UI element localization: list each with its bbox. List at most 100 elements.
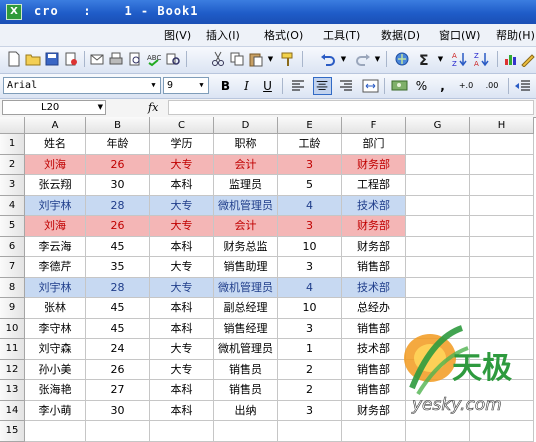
decrease-decimal-button[interactable]: .00 — [480, 77, 504, 95]
chart-wizard-icon[interactable] — [503, 51, 519, 67]
cell-f5[interactable]: 财务部 — [342, 216, 406, 237]
excel-app-icon[interactable]: X — [6, 4, 22, 20]
formula-input[interactable] — [168, 100, 534, 115]
menu-insert[interactable]: 插入(I) — [206, 27, 240, 43]
chevron-down-icon[interactable]: ▼ — [148, 79, 159, 92]
cell-a15[interactable] — [25, 421, 86, 442]
cell-d5[interactable]: 会计 — [214, 216, 278, 237]
chevron-down-icon[interactable]: ▼ — [196, 79, 207, 92]
cell-c12[interactable]: 大专 — [150, 359, 214, 380]
cell-d15[interactable] — [214, 421, 278, 442]
cell-g15[interactable] — [406, 421, 470, 442]
cell-e10[interactable]: 3 — [278, 318, 342, 339]
cell-d1[interactable]: 职称 — [214, 134, 278, 155]
cell-f2[interactable]: 财务部 — [342, 154, 406, 175]
format-painter-icon[interactable] — [280, 51, 296, 67]
column-header-a[interactable]: A — [25, 117, 86, 134]
row-header-5[interactable]: 5 — [0, 216, 25, 237]
cell-c6[interactable]: 本科 — [150, 236, 214, 257]
cell-c1[interactable]: 学历 — [150, 134, 214, 155]
cell-b13[interactable]: 27 — [86, 380, 150, 401]
cell-b9[interactable]: 45 — [86, 298, 150, 319]
cell-d10[interactable]: 销售经理 — [214, 318, 278, 339]
spelling-icon[interactable]: ABC — [146, 51, 162, 67]
cell-f4[interactable]: 技术部 — [342, 195, 406, 216]
cell-e4[interactable]: 4 — [278, 195, 342, 216]
cell-a10[interactable]: 李守林 — [25, 318, 86, 339]
cell-e9[interactable]: 10 — [278, 298, 342, 319]
cell-h7[interactable] — [470, 257, 534, 278]
cell-a9[interactable]: 张林 — [25, 298, 86, 319]
permission-icon[interactable] — [63, 51, 79, 67]
cell-a2[interactable]: 刘海 — [25, 154, 86, 175]
cell-f1[interactable]: 部门 — [342, 134, 406, 155]
cell-a5[interactable]: 刘海 — [25, 216, 86, 237]
copy-icon[interactable] — [229, 51, 245, 67]
cell-c8[interactable]: 大专 — [150, 277, 214, 298]
currency-style-icon[interactable] — [390, 77, 409, 95]
cell-h4[interactable] — [470, 195, 534, 216]
cell-f9[interactable]: 总经办 — [342, 298, 406, 319]
cell-e15[interactable] — [278, 421, 342, 442]
row-header-11[interactable]: 11 — [0, 339, 25, 360]
redo-icon[interactable] — [355, 51, 371, 67]
name-box[interactable]: L20 ▼ — [2, 100, 106, 115]
align-left-icon[interactable] — [289, 77, 308, 95]
email-icon[interactable] — [89, 51, 105, 67]
row-header-6[interactable]: 6 — [0, 236, 25, 257]
cell-c9[interactable]: 本科 — [150, 298, 214, 319]
menu-tools[interactable]: 工具(T) — [323, 27, 360, 43]
cell-h8[interactable] — [470, 277, 534, 298]
decrease-indent-icon[interactable] — [513, 77, 532, 95]
menu-format[interactable]: 格式(O) — [264, 27, 303, 43]
row-header-1[interactable]: 1 — [0, 134, 25, 155]
new-file-icon[interactable] — [6, 51, 22, 67]
row-header-10[interactable]: 10 — [0, 318, 25, 339]
cell-e11[interactable]: 1 — [278, 339, 342, 360]
cell-b2[interactable]: 26 — [86, 154, 150, 175]
increase-decimal-button[interactable]: +.0 — [454, 77, 478, 95]
merge-center-icon[interactable] — [361, 77, 380, 95]
cell-a12[interactable]: 孙小美 — [25, 359, 86, 380]
font-size-combobox[interactable]: 9 ▼ — [163, 77, 209, 94]
column-header-g[interactable]: G — [406, 117, 470, 134]
cell-f7[interactable]: 销售部 — [342, 257, 406, 278]
paste-dropdown-icon[interactable]: ▼ — [265, 53, 276, 66]
row-header-8[interactable]: 8 — [0, 277, 25, 298]
cell-g3[interactable] — [406, 175, 470, 196]
bold-button[interactable]: B — [216, 77, 235, 95]
cell-b6[interactable]: 45 — [86, 236, 150, 257]
open-folder-icon[interactable] — [25, 51, 41, 67]
cell-d6[interactable]: 财务总监 — [214, 236, 278, 257]
select-all-corner[interactable] — [0, 117, 25, 134]
cell-d12[interactable]: 销售员 — [214, 359, 278, 380]
menu-help[interactable]: 帮助(H) — [496, 27, 535, 43]
cell-g4[interactable] — [406, 195, 470, 216]
cell-c7[interactable]: 大专 — [150, 257, 214, 278]
row-header-15[interactable]: 15 — [0, 421, 25, 442]
chevron-down-icon[interactable]: ▼ — [98, 101, 103, 114]
insert-function-icon[interactable]: fx — [148, 99, 158, 116]
row-header-12[interactable]: 12 — [0, 359, 25, 380]
cell-c11[interactable]: 大专 — [150, 339, 214, 360]
cell-e5[interactable]: 3 — [278, 216, 342, 237]
cell-e14[interactable]: 3 — [278, 400, 342, 421]
cell-h2[interactable] — [470, 154, 534, 175]
cut-icon[interactable] — [210, 51, 226, 67]
cell-d8[interactable]: 微机管理员 — [214, 277, 278, 298]
cell-f8[interactable]: 技术部 — [342, 277, 406, 298]
cell-e1[interactable]: 工龄 — [278, 134, 342, 155]
research-icon[interactable] — [165, 51, 181, 67]
cell-g7[interactable] — [406, 257, 470, 278]
undo-dropdown-icon[interactable]: ▼ — [338, 53, 349, 66]
menu-view[interactable]: 图(V) — [164, 27, 191, 43]
align-center-icon[interactable] — [313, 77, 332, 95]
print-icon[interactable] — [108, 51, 124, 67]
font-name-combobox[interactable]: Arial ▼ — [3, 77, 161, 94]
hyperlink-icon[interactable] — [394, 51, 410, 67]
cell-g8[interactable] — [406, 277, 470, 298]
cell-g6[interactable] — [406, 236, 470, 257]
column-header-d[interactable]: D — [214, 117, 278, 134]
cell-b10[interactable]: 45 — [86, 318, 150, 339]
cell-c13[interactable]: 本科 — [150, 380, 214, 401]
